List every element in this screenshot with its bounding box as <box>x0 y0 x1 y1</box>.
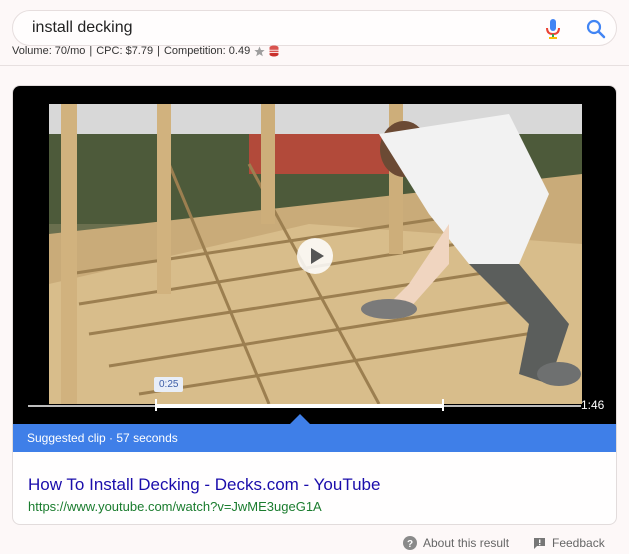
search-bar[interactable]: install decking <box>12 10 617 46</box>
clip-start-time: 0:25 <box>154 377 184 392</box>
svg-text:?: ? <box>407 539 413 550</box>
volume-text: Volume: 70/mo <box>12 45 86 57</box>
search-icon[interactable] <box>585 18 607 40</box>
video-player[interactable]: 0:25 1:46 <box>13 86 616 424</box>
db-icon[interactable] <box>269 45 279 57</box>
keyword-metrics: Volume: 70/mo | CPC: $7.79 | Competition… <box>12 43 279 59</box>
result-title-link[interactable]: How To Install Decking - Decks.com - You… <box>28 475 380 495</box>
clip-start-marker[interactable] <box>155 399 157 411</box>
competition-text: Competition: 0.49 <box>163 45 251 57</box>
result-url[interactable]: https://www.youtube.com/watch?v=JwME3uge… <box>28 499 322 514</box>
suggested-clip-pointer <box>290 414 310 424</box>
search-input[interactable]: install decking <box>32 19 133 37</box>
about-label[interactable]: About this result <box>423 536 509 550</box>
separator: | <box>89 45 93 57</box>
feedback-label[interactable]: Feedback <box>552 536 605 550</box>
suggested-clip-text: Suggested clip · 57 seconds <box>27 431 178 445</box>
suggested-clip-range <box>155 404 443 408</box>
feedback-button[interactable]: Feedback <box>533 536 605 550</box>
feedback-icon <box>534 537 545 549</box>
mic-icon[interactable] <box>543 18 563 40</box>
play-icon[interactable] <box>296 237 334 275</box>
separator: | <box>157 45 160 57</box>
video-duration: 1:46 <box>581 398 605 412</box>
video-result-card: 0:25 1:46 Suggested clip · 57 seconds Ho… <box>12 85 617 525</box>
cpc-text: CPC: $7.79 <box>96 45 154 57</box>
suggested-clip-banner: Suggested clip · 57 seconds <box>13 424 616 452</box>
star-icon[interactable] <box>254 45 265 57</box>
clip-end-marker[interactable] <box>442 399 444 411</box>
about-this-result[interactable]: ? About this result <box>403 536 509 550</box>
help-icon: ? <box>403 536 417 550</box>
divider <box>0 65 629 66</box>
